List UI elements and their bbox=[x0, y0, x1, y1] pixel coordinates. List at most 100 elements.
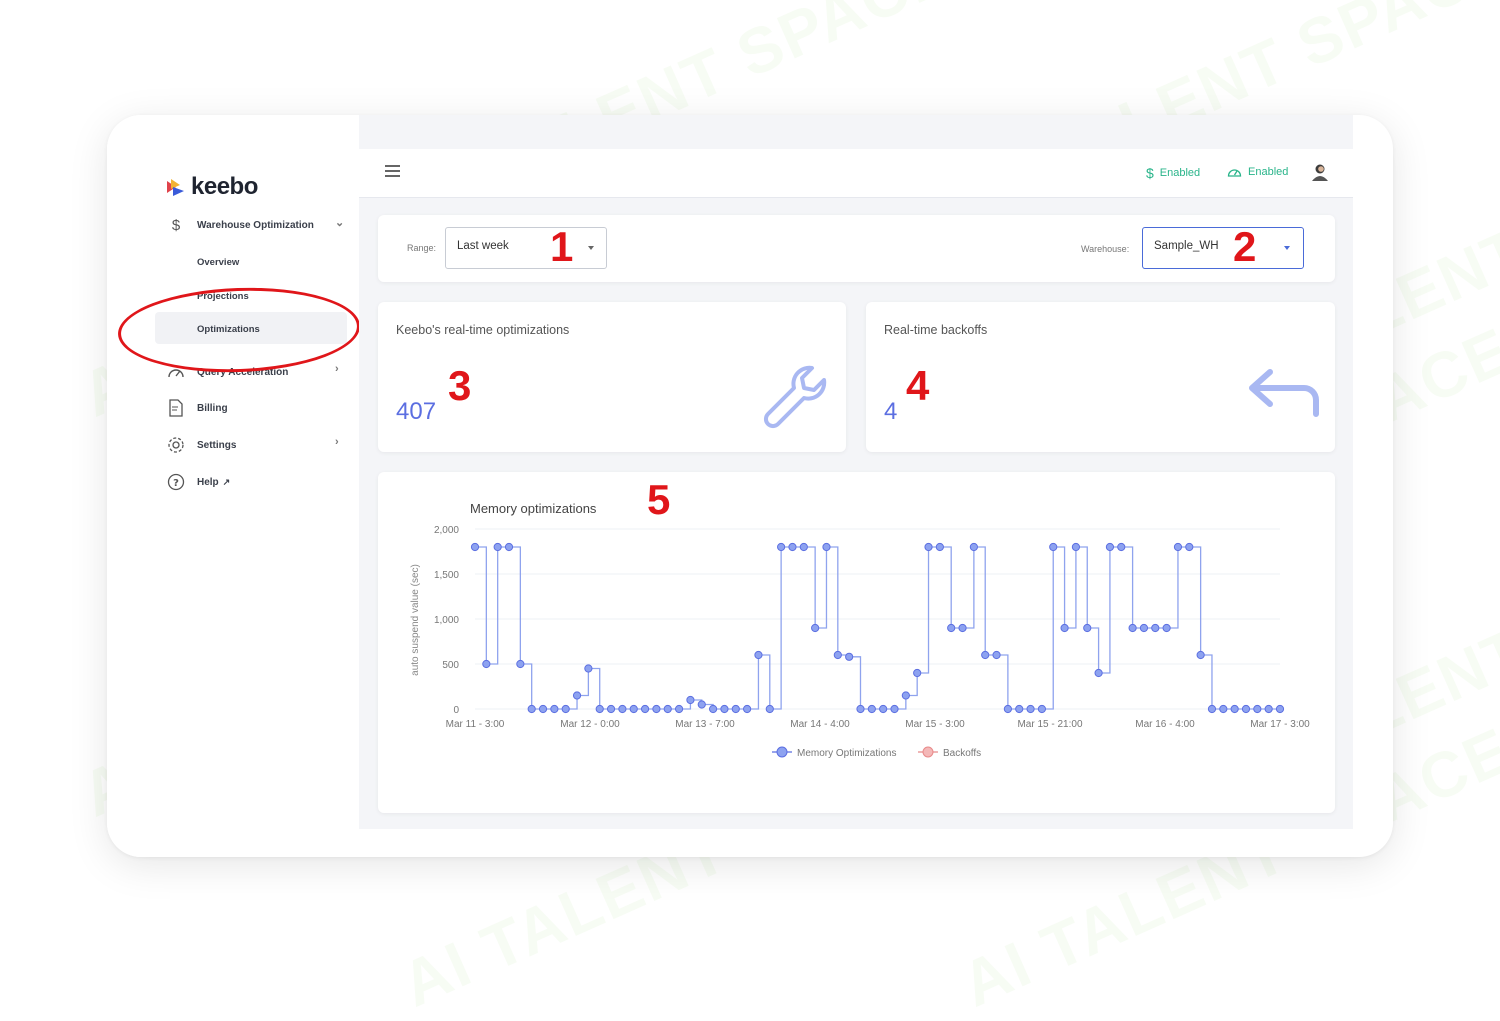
data-point bbox=[969, 542, 978, 552]
brand-logo[interactable]: keebo bbox=[165, 173, 258, 201]
backoffs-title: Real-time backoffs bbox=[884, 323, 988, 337]
avatar[interactable] bbox=[1312, 163, 1328, 181]
status-performance[interactable]: Enabled bbox=[1227, 165, 1288, 178]
data-point bbox=[606, 704, 616, 714]
optimizations-card: Keebo's real-time optimizations 407 3 bbox=[378, 302, 846, 452]
x-tick-label: Mar 16 - 4:00 bbox=[1135, 719, 1195, 730]
warehouse-select[interactable]: Sample_WH bbox=[1142, 227, 1304, 269]
sidebar-item-label: Billing bbox=[197, 402, 228, 414]
data-point bbox=[482, 659, 491, 669]
y-axis-label: auto suspend value (sec) bbox=[410, 564, 421, 676]
y-tick-label: 1,500 bbox=[434, 570, 459, 581]
data-point bbox=[674, 704, 684, 714]
y-tick-label: 500 bbox=[442, 660, 459, 671]
sidebar-item-help[interactable]: ? Help ↗ bbox=[167, 473, 230, 491]
chevron-right-icon: › bbox=[335, 363, 339, 375]
data-point bbox=[913, 668, 922, 678]
data-point bbox=[527, 704, 536, 714]
data-point bbox=[1026, 704, 1035, 714]
data-point bbox=[697, 700, 706, 709]
chart-legend: Memory Optimizations Backoffs bbox=[772, 746, 981, 759]
chart-series bbox=[470, 542, 1285, 714]
gauge-icon bbox=[1227, 169, 1242, 177]
gear-icon bbox=[167, 436, 185, 454]
sidebar-item-warehouse-optimization[interactable]: $ Warehouse Optimization ⌄ bbox=[167, 216, 344, 234]
sidebar-subitem-overview[interactable]: Overview bbox=[197, 257, 239, 268]
data-point bbox=[992, 650, 1001, 660]
legend-marker bbox=[922, 746, 934, 758]
top-bar: $ Enabled Enabled bbox=[359, 149, 1353, 198]
data-point bbox=[1015, 704, 1024, 714]
range-select[interactable]: Last week bbox=[445, 227, 607, 269]
data-point bbox=[1117, 542, 1126, 552]
legend-label: Memory Optimizations bbox=[797, 748, 896, 759]
data-point bbox=[686, 695, 695, 705]
data-point bbox=[924, 542, 933, 552]
data-point bbox=[1060, 623, 1069, 633]
data-point bbox=[1105, 542, 1115, 552]
data-point bbox=[1037, 704, 1047, 714]
data-point bbox=[879, 704, 888, 714]
data-point bbox=[731, 704, 740, 714]
dollar-icon: $ bbox=[1146, 165, 1154, 181]
data-point bbox=[618, 704, 627, 714]
memory-chart-card: 5 Memory optimizations auto suspend valu… bbox=[378, 472, 1335, 813]
data-point bbox=[470, 542, 480, 552]
data-point bbox=[1241, 704, 1251, 714]
warehouse-label: Warehouse: bbox=[1081, 244, 1130, 254]
chevron-down-icon: ⌄ bbox=[335, 217, 345, 229]
caret-down-icon bbox=[588, 246, 594, 250]
data-point bbox=[856, 704, 865, 714]
data-point bbox=[640, 704, 650, 714]
chevron-right-icon: › bbox=[335, 436, 339, 448]
data-point bbox=[504, 542, 514, 552]
callout-number: 2 bbox=[1233, 223, 1257, 270]
data-point bbox=[1196, 650, 1205, 660]
data-point bbox=[822, 542, 831, 552]
data-point bbox=[1083, 623, 1092, 633]
data-point bbox=[765, 704, 774, 714]
x-axis: Mar 11 - 3:00 Mar 12 - 0:00 Mar 13 - 7:00 M… bbox=[446, 719, 1311, 730]
data-point bbox=[1151, 623, 1160, 633]
sidebar-item-label: Warehouse Optimization bbox=[197, 219, 314, 231]
data-point bbox=[890, 704, 899, 714]
data-point bbox=[981, 650, 990, 660]
callout-number: 4 bbox=[906, 362, 930, 409]
data-point bbox=[845, 652, 854, 661]
data-point bbox=[743, 704, 752, 714]
sidebar: keebo $ Warehouse Optimization ⌄ Overvie… bbox=[107, 115, 362, 857]
sidebar-item-billing[interactable]: Billing bbox=[167, 399, 228, 417]
status-cost[interactable]: $ Enabled bbox=[1146, 165, 1200, 181]
svg-text:?: ? bbox=[173, 478, 179, 489]
optimizations-title: Keebo's real-time optimizations bbox=[396, 323, 570, 337]
status-label: Enabled bbox=[1159, 167, 1201, 179]
data-point bbox=[652, 704, 661, 714]
data-point bbox=[1230, 704, 1239, 714]
data-point bbox=[1275, 704, 1285, 714]
data-point bbox=[1003, 704, 1012, 714]
sidebar-item-settings[interactable]: Settings › bbox=[167, 436, 339, 454]
data-point bbox=[595, 704, 604, 714]
data-point bbox=[1173, 542, 1183, 552]
chart-grid bbox=[475, 528, 1280, 710]
help-icon: ? bbox=[167, 473, 185, 491]
range-value: Last week bbox=[457, 240, 509, 252]
hamburger-menu-icon[interactable] bbox=[385, 165, 400, 177]
x-tick-label: Mar 11 - 3:00 bbox=[446, 719, 505, 730]
data-point bbox=[493, 542, 502, 552]
billing-icon bbox=[167, 399, 185, 417]
sidebar-item-label: Settings bbox=[197, 439, 237, 451]
data-point bbox=[1264, 704, 1273, 714]
y-axis: 0 500 1,000 1,500 2,000 bbox=[434, 525, 459, 716]
data-point bbox=[1071, 542, 1081, 552]
x-tick-label: Mar 14 - 4:00 bbox=[790, 719, 850, 730]
data-point bbox=[584, 664, 593, 673]
x-tick-label: Mar 15 - 21:00 bbox=[1017, 719, 1082, 730]
data-point bbox=[1253, 704, 1262, 714]
data-point bbox=[629, 704, 638, 714]
data-point bbox=[754, 650, 763, 660]
caret-down-icon bbox=[1284, 246, 1290, 250]
main-content: Range: Last week 1 Warehouse: Sample_WH … bbox=[359, 115, 1353, 829]
callout-number: 3 bbox=[448, 362, 472, 409]
backoffs-value: 4 bbox=[884, 398, 898, 425]
